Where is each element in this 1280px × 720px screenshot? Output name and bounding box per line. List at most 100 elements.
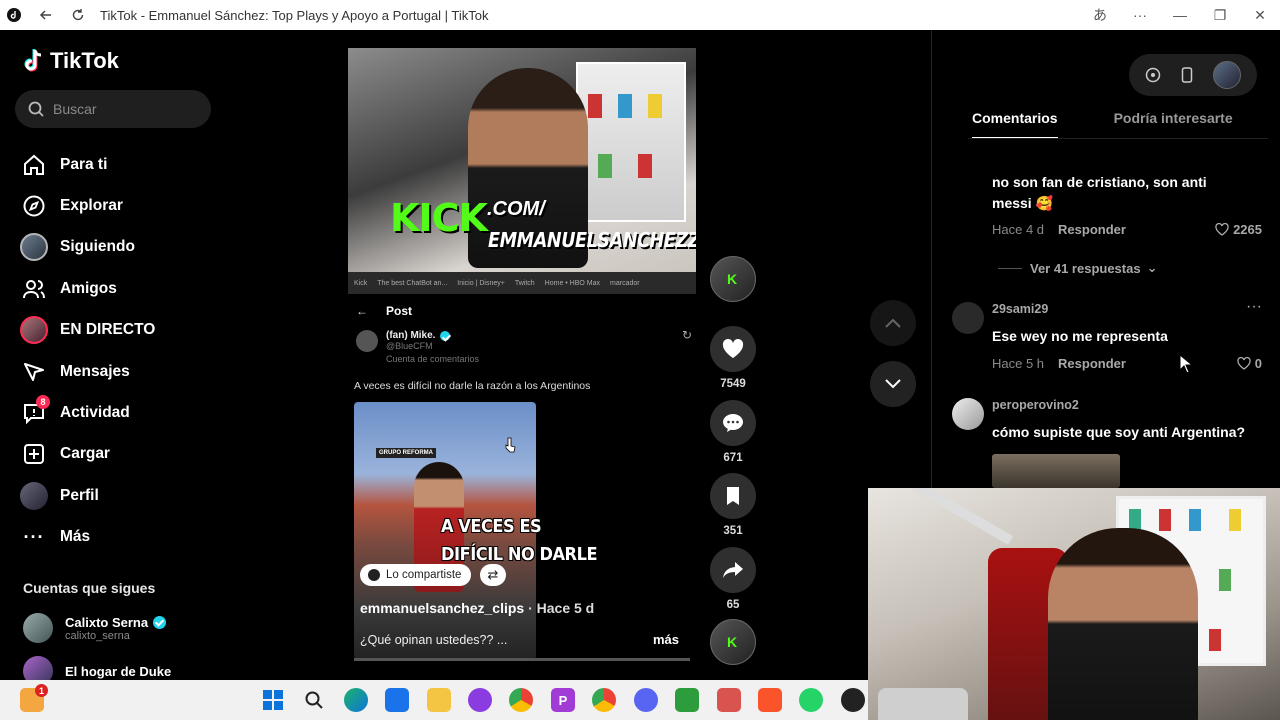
- sidebar: TikTok Buscar Para ti Explorar Siguiendo…: [0, 30, 225, 686]
- video-time: · Hace 5 d: [528, 600, 595, 616]
- like-button[interactable]: 7549: [708, 326, 758, 390]
- nav-item-cargar[interactable]: Cargar: [20, 434, 155, 475]
- comment-username[interactable]: 29sami29: [992, 302, 1048, 316]
- brave-browser-icon[interactable]: [758, 688, 782, 712]
- video-username: emmanuelsanchez_clips: [360, 600, 525, 616]
- reply-button[interactable]: Responder: [1058, 356, 1126, 371]
- user-avatar[interactable]: [1213, 61, 1241, 89]
- microphone-arm: [912, 488, 1014, 545]
- search-icon[interactable]: [302, 688, 326, 712]
- webcam-overlay: [868, 488, 1280, 720]
- chrome-icon[interactable]: [509, 688, 533, 712]
- close-window-icon[interactable]: ✕: [1240, 7, 1280, 24]
- post-options-icon: ↻: [681, 328, 692, 342]
- nav-item-mas[interactable]: ··· Más: [20, 517, 155, 558]
- heart-outline-icon: [1237, 357, 1251, 370]
- minimize-icon[interactable]: —: [1160, 7, 1200, 23]
- repost-icon[interactable]: ⇄: [480, 564, 506, 586]
- reply-button[interactable]: Responder: [1058, 222, 1126, 237]
- stream-screen: KICK .COM/ EMMANUELSANCHEZZ Kick The bes…: [348, 48, 696, 294]
- nav-item-para-ti[interactable]: Para ti: [20, 144, 155, 185]
- save-count: 351: [723, 525, 743, 537]
- post-header: ← Post: [356, 304, 412, 318]
- chevron-up-icon: [885, 318, 901, 328]
- tab-comentarios[interactable]: Comentarios: [972, 110, 1058, 139]
- weather-widget-icon[interactable]: 1: [20, 684, 48, 712]
- obs-icon[interactable]: [841, 688, 865, 712]
- nav-item-amigos[interactable]: Amigos: [20, 268, 155, 309]
- creator-avatar-button[interactable]: K: [708, 256, 758, 302]
- tiktok-note-icon: [24, 49, 42, 72]
- account-name: El hogar de Duke: [65, 663, 172, 679]
- reload-icon[interactable]: [70, 7, 86, 23]
- nav-item-en-directo[interactable]: EN DIRECTO: [20, 310, 155, 351]
- translate-icon[interactable]: あ: [1080, 5, 1120, 25]
- windows-start-icon[interactable]: [261, 688, 285, 712]
- tiktok-logo[interactable]: TikTok: [22, 48, 119, 74]
- save-button[interactable]: 351: [708, 473, 758, 537]
- snipping-tool-icon[interactable]: [717, 688, 741, 712]
- comment-like-count: 0: [1254, 356, 1262, 371]
- post-image-tag: GRUPO REFORMA: [376, 448, 436, 458]
- tab-podria-interesarte[interactable]: Podría interesarte: [1114, 110, 1233, 139]
- phone-icon[interactable]: [1181, 67, 1193, 83]
- compass-icon[interactable]: [1145, 67, 1161, 83]
- app-green-icon[interactable]: [675, 688, 699, 712]
- chrome-profile-icon[interactable]: [592, 688, 616, 712]
- music-disc-button[interactable]: K: [708, 619, 758, 665]
- hand-cursor-icon: [505, 437, 516, 453]
- comment-like-button[interactable]: 0: [1237, 356, 1262, 371]
- file-explorer-icon[interactable]: [427, 688, 451, 712]
- search-placeholder: Buscar: [53, 101, 97, 117]
- more-button[interactable]: más: [653, 632, 679, 647]
- following-account[interactable]: Calixto Serna calixto_serna: [23, 613, 167, 643]
- comment-options-icon[interactable]: ···: [1246, 298, 1262, 316]
- like-count: 7549: [720, 378, 746, 390]
- nav-item-siguiendo[interactable]: Siguiendo: [20, 227, 155, 268]
- discord-icon[interactable]: [634, 688, 658, 712]
- comment-image-thumbnail[interactable]: [992, 454, 1120, 488]
- comment-button[interactable]: 671: [708, 400, 758, 464]
- video-progress-bar[interactable]: [354, 658, 690, 661]
- store-icon[interactable]: [385, 688, 409, 712]
- menu-dots-icon[interactable]: ···: [1120, 7, 1160, 23]
- comment-like-count: 2265: [1233, 222, 1262, 237]
- post-back-arrow-icon: ←: [356, 304, 368, 318]
- whatsapp-icon[interactable]: [799, 688, 823, 712]
- next-video-button[interactable]: [870, 361, 916, 407]
- share-button[interactable]: 65: [708, 547, 758, 611]
- comment-avatar: [952, 302, 984, 334]
- nav-item-mensajes[interactable]: Mensajes: [20, 351, 155, 392]
- nav-item-explorar[interactable]: Explorar: [20, 185, 155, 226]
- bookmark-icon: [710, 473, 756, 519]
- comment-like-button[interactable]: 2265: [1215, 222, 1262, 237]
- nav-label: Para ti: [60, 155, 108, 173]
- edge-browser-icon[interactable]: [344, 688, 368, 712]
- maximize-icon[interactable]: ❐: [1200, 7, 1240, 24]
- video-author[interactable]: emmanuelsanchez_clips · Hace 5 d: [360, 600, 594, 616]
- browser-window-title: TikTok - Emmanuel Sánchez: Top Plays y A…: [100, 7, 489, 23]
- app-purple-icon[interactable]: [468, 688, 492, 712]
- shared-chip[interactable]: Lo compartiste: [360, 564, 472, 586]
- video-caption-line-1: A VECES ES: [441, 516, 542, 537]
- upload-icon: [20, 440, 48, 468]
- bookmark: Home • HBO Max: [544, 279, 601, 287]
- nav-item-perfil[interactable]: Perfil: [20, 475, 155, 516]
- comments-panel: Comentarios Podría interesarte no son fa…: [931, 30, 1280, 488]
- nav-item-actividad[interactable]: 8 Actividad: [20, 392, 155, 433]
- back-arrow-icon[interactable]: [38, 7, 54, 23]
- kick-channel-name: EMMANUELSANCHEZZ: [488, 228, 696, 252]
- previous-video-button[interactable]: [870, 300, 916, 346]
- search-input[interactable]: Buscar: [15, 90, 211, 128]
- messages-icon: [20, 358, 48, 386]
- view-replies-button[interactable]: Ver 41 respuestas ⌄: [998, 260, 1157, 276]
- comment-avatar: [952, 398, 984, 430]
- kick-logo-text: KICK: [390, 196, 488, 240]
- music-disc-avatar: K: [710, 619, 756, 665]
- comment-username[interactable]: peroperovino2: [992, 398, 1079, 412]
- comment-meta: Hace 5 h Responder: [992, 356, 1126, 371]
- app-p-icon[interactable]: P: [551, 688, 575, 712]
- home-icon: [20, 151, 48, 179]
- post-author-name: (fan) Mike.: [386, 330, 436, 341]
- panel-tabs: Comentarios Podría interesarte: [972, 110, 1280, 139]
